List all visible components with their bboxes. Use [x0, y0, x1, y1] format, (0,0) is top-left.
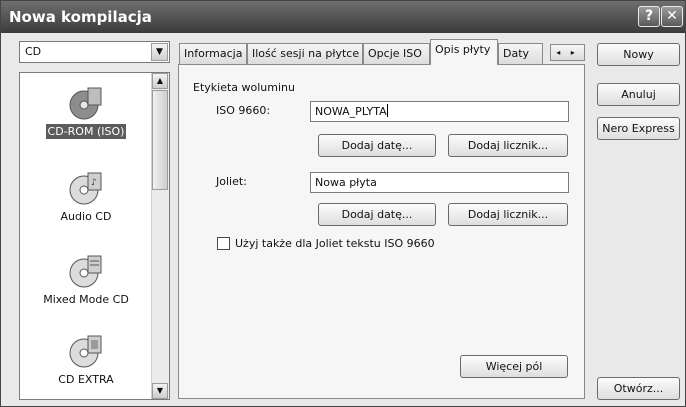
tab-ilosc-sesji[interactable]: Ilość sesji na płytce: [247, 43, 363, 64]
joliet-add-date-button[interactable]: Dodaj datę...: [318, 203, 436, 226]
help-button[interactable]: ?: [638, 6, 660, 27]
scroll-thumb[interactable]: [152, 90, 168, 190]
disc-type-value: CD: [25, 45, 42, 58]
scroll-up-icon[interactable]: ▲: [152, 73, 168, 89]
use-iso-for-joliet-checkbox[interactable]: [217, 237, 230, 250]
tab-informacja[interactable]: Informacja: [179, 43, 247, 64]
list-scrollbar[interactable]: ▲ ▼: [151, 73, 169, 399]
compilation-type-list[interactable]: CD-ROM (ISO) ♪ Audio CD Mixed Mode CD CD…: [19, 72, 170, 400]
cancel-button[interactable]: Anuluj: [597, 83, 680, 106]
disc-type-dropdown[interactable]: CD ▼: [19, 41, 170, 63]
title-bar[interactable]: Nowa kompilacja ? ✕: [1, 1, 685, 33]
joliet-label: Joliet:: [216, 175, 247, 188]
open-button[interactable]: Otwórz...: [597, 377, 680, 400]
nero-express-button[interactable]: Nero Express: [597, 117, 680, 140]
iso-add-date-button[interactable]: Dodaj datę...: [318, 134, 436, 157]
iso-add-counter-button[interactable]: Dodaj licznik...: [448, 134, 568, 157]
joliet-input[interactable]: Nowa płyta: [310, 172, 569, 193]
list-item-label: Mixed Mode CD: [43, 293, 129, 306]
volume-label-heading: Etykieta woluminu: [193, 81, 295, 94]
window-title: Nowa kompilacja: [9, 8, 152, 26]
list-item-audio-cd[interactable]: ♪ Audio CD: [20, 170, 152, 224]
tab-opcje-iso[interactable]: Opcje ISO: [363, 43, 430, 64]
iso-9660-input[interactable]: NOWA_PLYTA: [310, 101, 569, 122]
list-item-label: Audio CD: [60, 210, 112, 223]
iso-label: ISO 9660:: [216, 104, 271, 117]
new-button[interactable]: Nowy: [597, 43, 680, 66]
list-item-cd-rom-iso[interactable]: CD-ROM (ISO): [20, 85, 152, 139]
list-item-cd-extra[interactable]: CD EXTRA: [20, 333, 152, 387]
list-item-mixed-mode-cd[interactable]: Mixed Mode CD: [20, 253, 152, 307]
use-iso-for-joliet-label: Użyj także dla Joliet tekstu ISO 9660: [235, 237, 435, 250]
svg-text:♪: ♪: [91, 178, 97, 188]
tab-daty[interactable]: Daty: [498, 43, 543, 64]
tab-opis-plyty[interactable]: Opis płyty: [430, 39, 498, 65]
close-button[interactable]: ✕: [661, 6, 683, 27]
scroll-down-icon[interactable]: ▼: [152, 383, 168, 399]
joliet-add-counter-button[interactable]: Dodaj licznik...: [448, 203, 568, 226]
new-compilation-window: Nowa kompilacja ? ✕ CD ▼ CD-ROM (ISO) ♪ …: [0, 0, 686, 407]
audio-cd-icon: ♪: [69, 172, 102, 205]
more-fields-button[interactable]: Więcej pól: [460, 355, 568, 378]
chevron-down-icon[interactable]: ▼: [151, 43, 168, 61]
list-item-label: CD-ROM (ISO): [45, 124, 127, 139]
tab-scroll-arrows-icon[interactable]: ◂ ▸: [550, 44, 585, 61]
mixed-mode-cd-icon: [69, 255, 102, 288]
disc-description-panel: Etykieta woluminu ISO 9660: NOWA_PLYTA D…: [178, 64, 585, 399]
cd-rom-iso-icon: [69, 87, 102, 120]
cd-extra-icon: [69, 335, 102, 368]
list-item-label: CD EXTRA: [58, 373, 114, 386]
